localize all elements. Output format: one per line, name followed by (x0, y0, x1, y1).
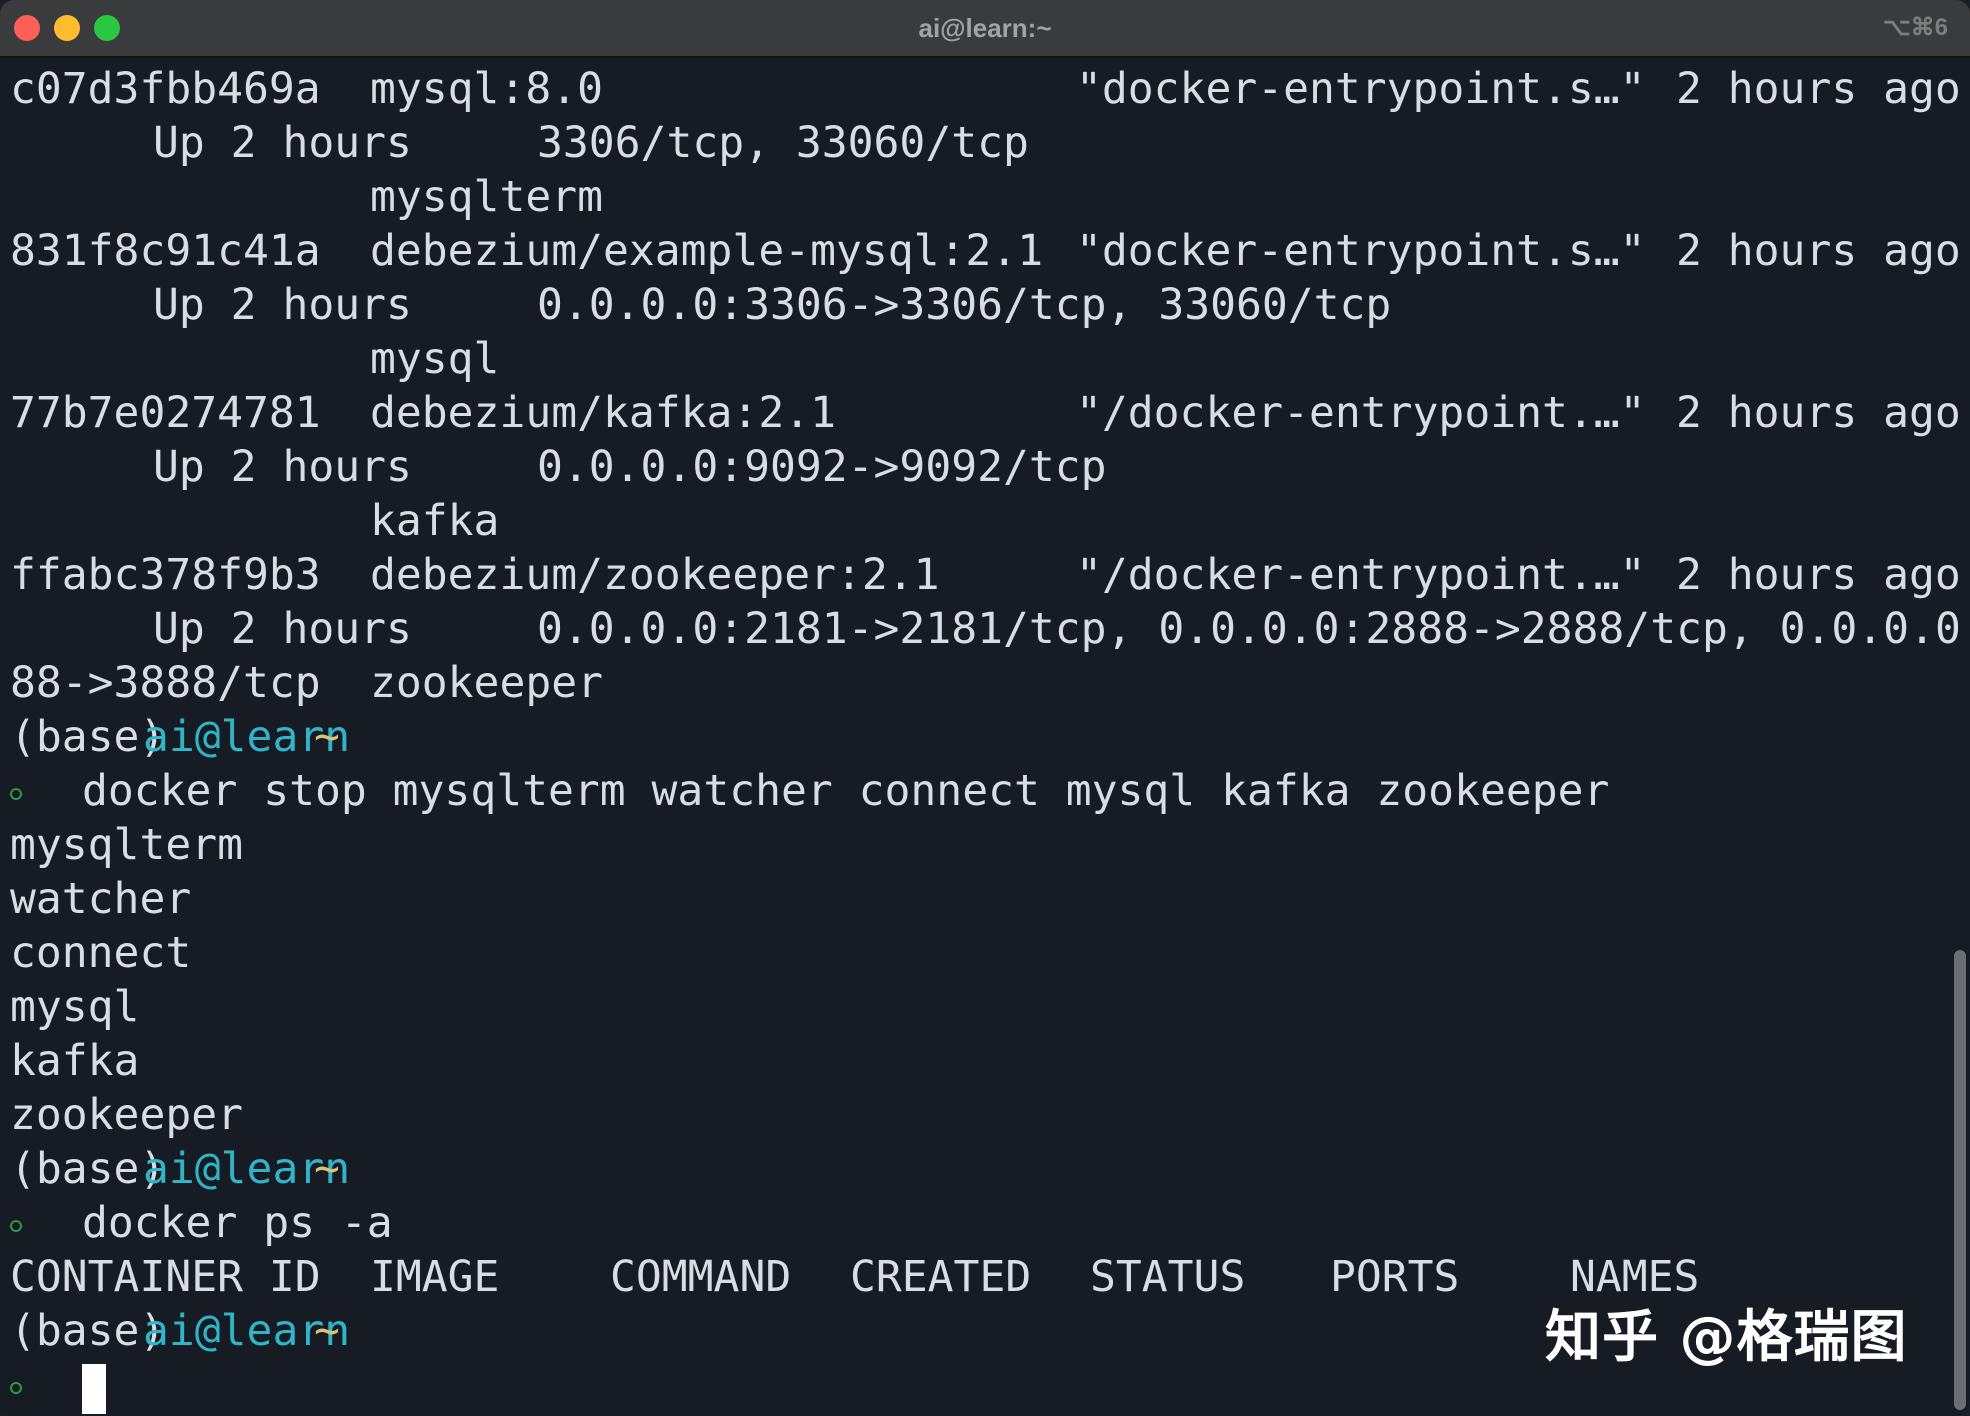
container-id: c07d3fbb469a (10, 64, 321, 114)
container-row-name: mysqlterm (10, 170, 1930, 224)
container-created: 2 hours ago (1676, 550, 1961, 600)
prompt-path: ~ (314, 712, 340, 762)
header-ports: PORTS (1330, 1252, 1460, 1302)
container-name: mysqlterm (370, 172, 603, 222)
shell-prompt: (base) ai@learn ~ (10, 1142, 1930, 1196)
text-cursor (82, 1364, 106, 1414)
container-row-continued: Up 2 hours 0.0.0.0:9092->9092/tcp (10, 440, 1930, 494)
container-row-continued: Up 2 hours 0.0.0.0:3306->3306/tcp, 33060… (10, 278, 1930, 332)
command-line: docker ps -a (10, 1196, 1930, 1250)
container-image: debezium/example-mysql:2.1 (370, 226, 1044, 276)
scrollbar[interactable] (1954, 950, 1966, 1410)
watermark-logo: 知乎 @格瑞图 (1545, 1305, 1908, 1370)
container-row: 831f8c91c41a debezium/example-mysql:2.1 … (10, 224, 1961, 278)
container-name: kafka (370, 496, 500, 546)
output-line: zookeeper (10, 1088, 1930, 1142)
container-status: Up 2 hours (153, 442, 412, 492)
prompt-path: ~ (314, 1306, 340, 1356)
container-status: Up 2 hours (153, 118, 412, 168)
command-text: docker stop mysqlterm watcher connect my… (82, 766, 1610, 816)
window-shortcut: ⌥⌘6 (1882, 14, 1948, 41)
status-indicator-icon (10, 1220, 22, 1232)
output-text: zookeeper (10, 1090, 243, 1140)
container-command: "docker-entrypoint.s…" (1076, 226, 1646, 276)
container-row-continued: Up 2 hours 0.0.0.0:2181->2181/tcp, 0.0.0… (10, 602, 1970, 656)
prompt-path: ~ (314, 1144, 340, 1194)
output-line: connect (10, 926, 1930, 980)
container-row: ffabc378f9b3 debezium/zookeeper:2.1 "/do… (10, 548, 1961, 602)
header-image: IMAGE (370, 1252, 500, 1302)
container-id: 77b7e0274781 (10, 388, 321, 438)
terminal-window: ai@learn:~ ⌥⌘6 c07d3fbb469a mysql:8.0 "d… (0, 0, 1970, 1416)
container-image: debezium/zookeeper:2.1 (370, 550, 940, 600)
container-row-continued: Up 2 hours 3306/tcp, 33060/tcp (10, 116, 1930, 170)
status-indicator-icon (10, 1382, 22, 1394)
command-line: docker stop mysqlterm watcher connect my… (10, 764, 1930, 818)
container-command: "/docker-entrypoint.…" (1076, 550, 1646, 600)
container-ports: 0.0.0.0:3306->3306/tcp, 33060/tcp (537, 280, 1392, 330)
container-created: 2 hours ago (1676, 388, 1961, 438)
command-text: docker ps -a (82, 1198, 393, 1248)
container-image: mysql:8.0 (370, 64, 603, 114)
container-status: Up 2 hours (153, 280, 412, 330)
output-text: connect (10, 928, 192, 978)
container-image: debezium/kafka:2.1 (370, 388, 836, 438)
output-line: kafka (10, 1034, 1930, 1088)
container-row-name: mysql (10, 332, 1930, 386)
status-indicator-icon (10, 788, 22, 800)
container-row-name: kafka (10, 494, 1930, 548)
output-text: mysql (10, 982, 140, 1032)
output-line: mysqlterm (10, 818, 1930, 872)
container-row: 77b7e0274781 debezium/kafka:2.1 "/docker… (10, 386, 1961, 440)
window-title: ai@learn:~ (918, 13, 1052, 43)
header-container-id: CONTAINER ID (10, 1252, 321, 1302)
terminal-output[interactable]: c07d3fbb469a mysql:8.0 "docker-entrypoin… (10, 62, 1970, 1414)
container-command: "docker-entrypoint.s…" (1076, 64, 1646, 114)
container-name: zookeeper (370, 658, 603, 708)
output-text: mysqlterm (10, 820, 243, 870)
container-command: "/docker-entrypoint.…" (1076, 388, 1646, 438)
output-text: watcher (10, 874, 192, 924)
output-line: watcher (10, 872, 1930, 926)
header-status: STATUS (1090, 1252, 1246, 1302)
container-row-wrapped: 88->3888/tcp zookeeper (10, 656, 1930, 710)
shell-prompt: (base) ai@learn ~ (10, 710, 1930, 764)
header-command: COMMAND (610, 1252, 792, 1302)
container-name: mysql (370, 334, 500, 384)
container-ports-wrapped: 88->3888/tcp (10, 658, 321, 708)
container-ports: 0.0.0.0:9092->9092/tcp (537, 442, 1107, 492)
container-id: ffabc378f9b3 (10, 550, 321, 600)
container-ports: 0.0.0.0:2181->2181/tcp, 0.0.0.0:2888->28… (537, 604, 1970, 654)
container-id: 831f8c91c41a (10, 226, 321, 276)
output-text: kafka (10, 1036, 140, 1086)
header-created: CREATED (850, 1252, 1032, 1302)
container-status: Up 2 hours (153, 604, 412, 654)
container-row: c07d3fbb469a mysql:8.0 "docker-entrypoin… (10, 62, 1961, 116)
container-created: 2 hours ago (1676, 226, 1961, 276)
output-line: mysql (10, 980, 1930, 1034)
container-ports: 3306/tcp, 33060/tcp (537, 118, 1029, 168)
title-bar: ai@learn:~ ⌥⌘6 (0, 0, 1970, 58)
container-created: 2 hours ago (1676, 64, 1961, 114)
